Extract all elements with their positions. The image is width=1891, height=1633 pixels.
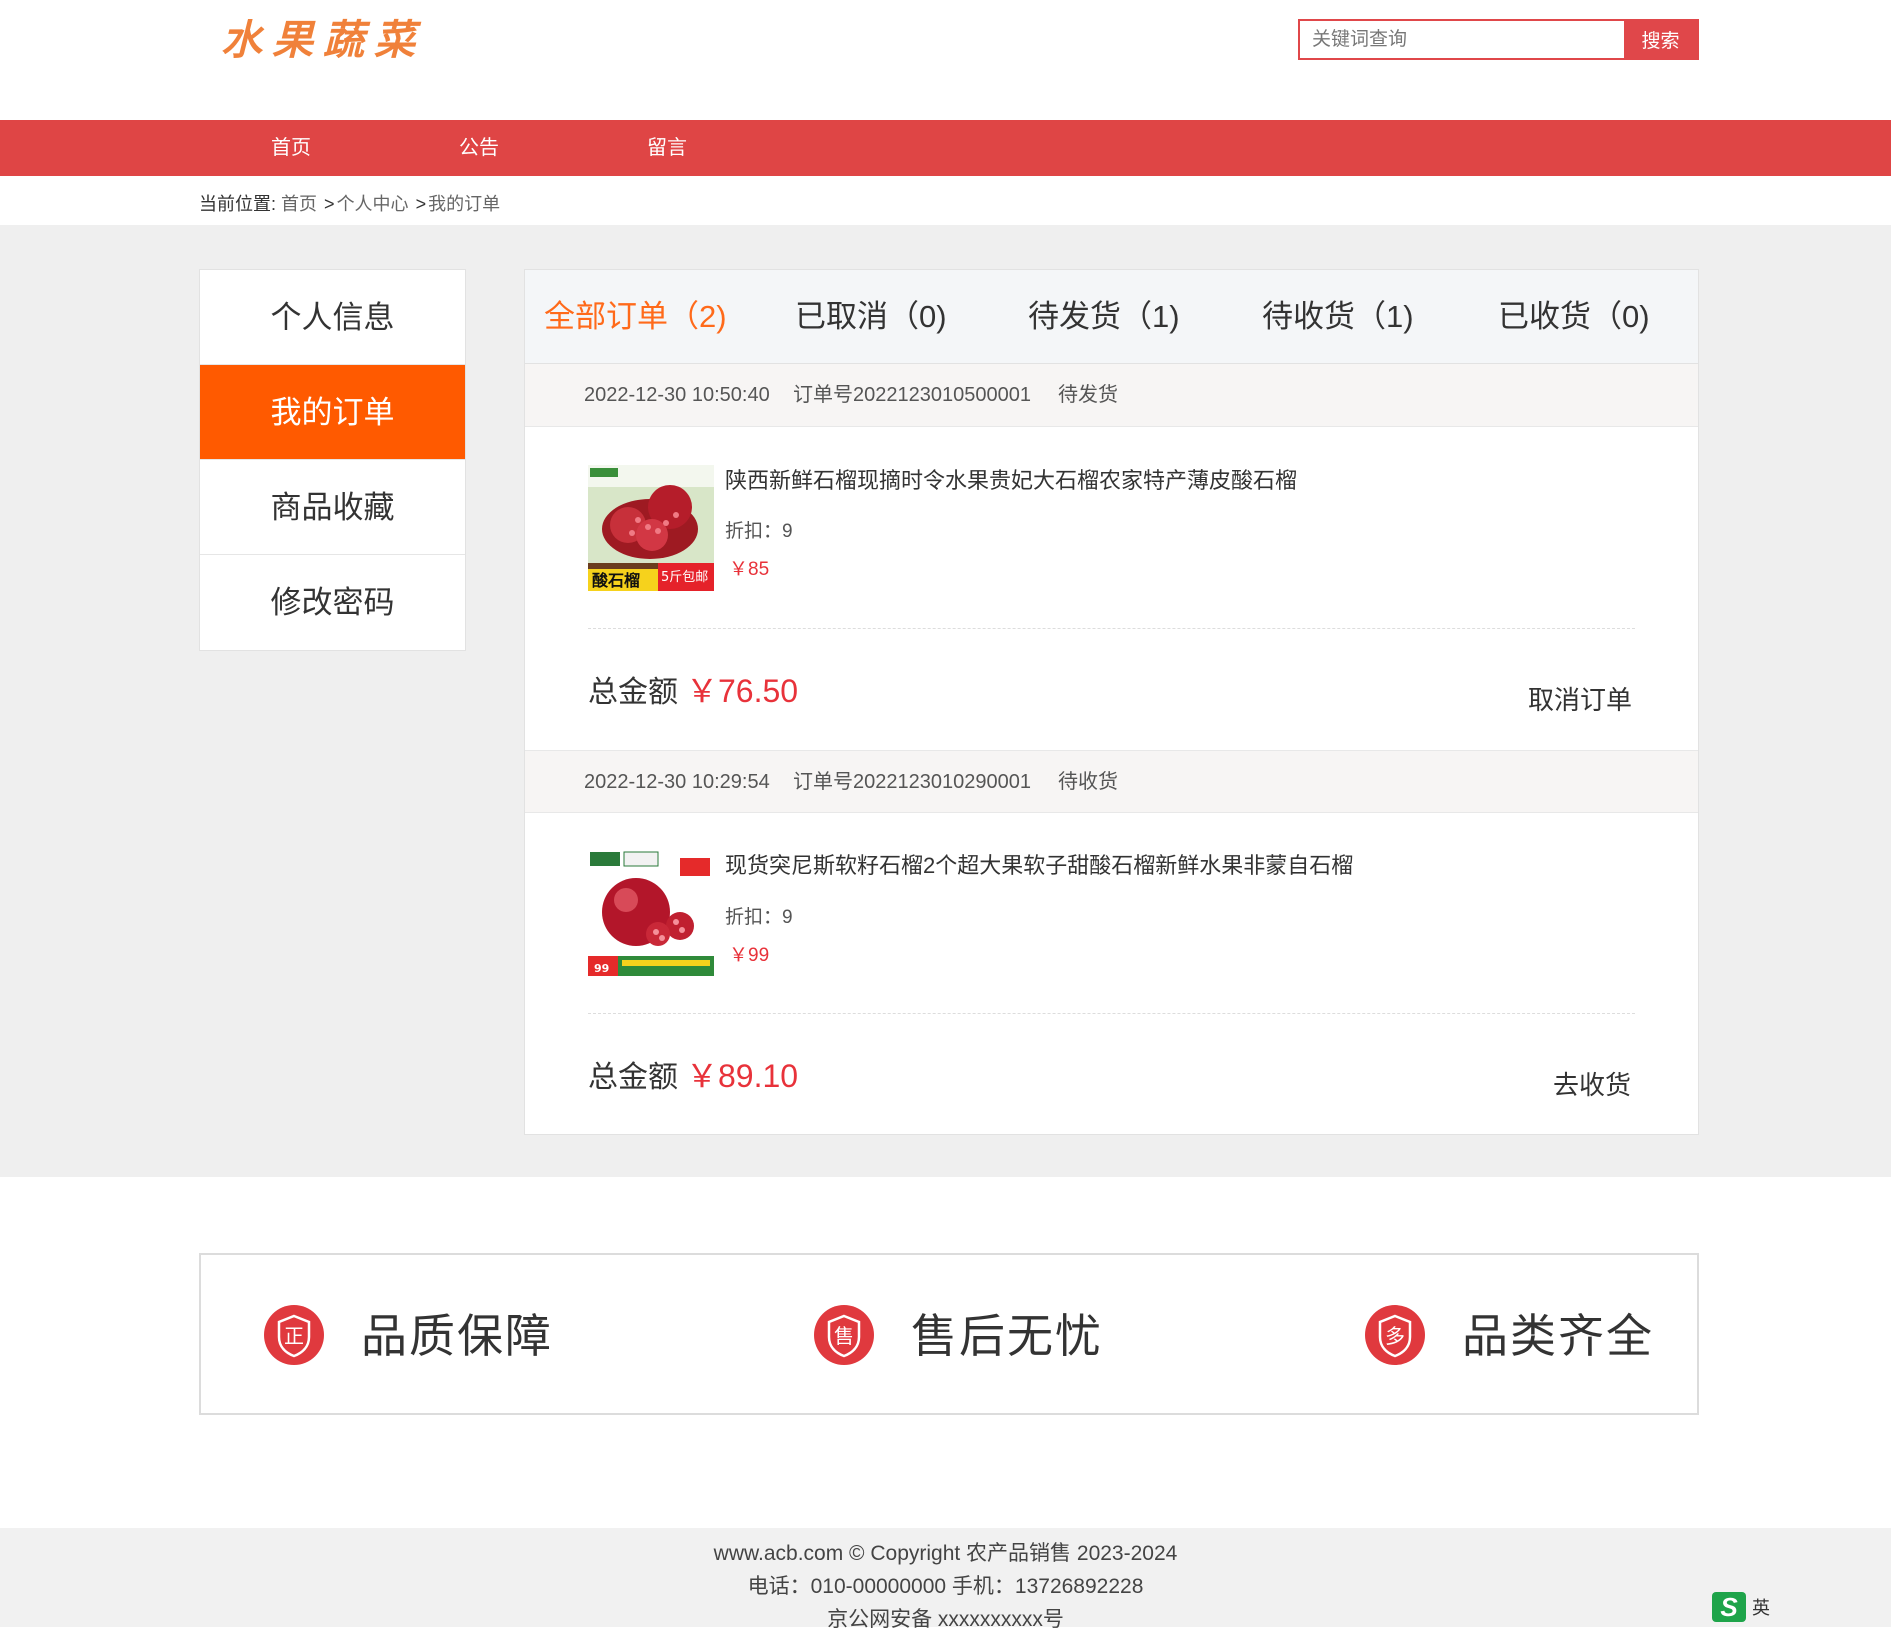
total-label: 总金额 — [588, 676, 678, 709]
total-amount: ￥76.50 — [686, 673, 799, 709]
order-total: 总金额 ￥89.10 — [588, 1051, 798, 1097]
divider — [588, 628, 1635, 629]
feature-glyph: 售 — [834, 1324, 854, 1348]
nav-item-notice[interactable]: 公告 — [459, 120, 499, 176]
product-image-pomegranate[interactable]: 酸石榴 5斤包邮 — [588, 465, 714, 591]
breadcrumb-user-center[interactable]: 个人中心 — [337, 194, 409, 214]
product-price: ￥99 — [729, 945, 770, 966]
sidebar-item-my-orders[interactable]: 我的订单 — [200, 365, 465, 460]
breadcrumb-label: 当前位置: — [199, 194, 277, 214]
site-footer: www.acb.com © Copyright 农产品销售 2023-2024 … — [0, 1528, 1891, 1631]
breadcrumb-separator: > — [415, 194, 427, 214]
order-status-tabs: 全部订单（2) 已取消（0) 待发货（1) 待收货（1) 已收货（0) — [525, 270, 1698, 364]
after-sales-shield-icon: 售 — [814, 1305, 874, 1365]
image-label: 99 — [594, 962, 609, 975]
footer-copyright: www.acb.com © Copyright 农产品销售 2023-2024 — [713, 1542, 1178, 1565]
divider — [588, 1013, 1635, 1014]
search-button[interactable]: 搜索 — [1624, 21, 1697, 58]
product-discount: 折扣：9 — [725, 521, 793, 542]
order-header: 2022-12-30 10:50:40 订单号2022123010500001 … — [525, 364, 1698, 427]
image-label: 酸石榴 — [592, 571, 640, 590]
feature-after-sales-text: 售后无忧 — [911, 1310, 1103, 1362]
product-name[interactable]: 现货突尼斯软籽石榴2个超大果软子甜酸石榴新鲜水果非蒙自石榴 — [725, 848, 1353, 880]
nav-item-home[interactable]: 首页 — [271, 120, 311, 176]
sidebar-item-favorites[interactable]: 商品收藏 — [200, 460, 465, 555]
sogou-ime-icon[interactable]: S — [1712, 1592, 1746, 1622]
tab-pending-shipment[interactable]: 待发货（1) — [1028, 270, 1180, 364]
total-label: 总金额 — [588, 1061, 678, 1094]
main-nav: 首页 公告 留言 — [0, 120, 1891, 176]
ime-tray: S 英 — [1712, 1590, 1882, 1624]
order-number: 订单号2022123010290001 — [793, 771, 1031, 793]
order-status: 待收货 — [1058, 771, 1118, 793]
order-number: 订单号2022123010500001 — [793, 384, 1031, 406]
site-logo[interactable]: 水果蔬菜 — [221, 6, 425, 66]
quality-shield-icon: 正 — [264, 1305, 324, 1365]
order-time: 2022-12-30 10:50:40 — [584, 384, 770, 406]
breadcrumb-separator: > — [324, 194, 335, 214]
tab-pending-receipt[interactable]: 待收货（1) — [1262, 270, 1414, 364]
product-price: ￥85 — [729, 559, 770, 580]
total-amount: ￥89.10 — [686, 1058, 799, 1094]
breadcrumb-home[interactable]: 首页 — [281, 194, 317, 214]
order-header: 2022-12-30 10:29:54 订单号2022123010290001 … — [525, 750, 1698, 813]
order-status: 待发货 — [1058, 384, 1118, 406]
site-header: 水果蔬菜 搜索 — [0, 0, 1891, 120]
nav-item-message[interactable]: 留言 — [647, 120, 687, 176]
breadcrumb: 当前位置: 首页 > 个人中心 > 我的订单 — [199, 190, 500, 216]
footer-contact: 电话：010-00000000 手机：13726892228 — [747, 1575, 1144, 1598]
footer-icp: 京公网安备 xxxxxxxxxx号 — [827, 1608, 1064, 1631]
service-features: 正 品质保障 售 售后无忧 多 品类齐全 — [199, 1253, 1699, 1415]
tab-cancelled[interactable]: 已取消（0) — [795, 270, 947, 364]
image-label: 5斤包邮 — [661, 570, 708, 585]
product-discount: 折扣：9 — [725, 907, 793, 928]
tab-received[interactable]: 已收货（0) — [1498, 270, 1650, 364]
cancel-order-button[interactable]: 取消订单 — [1528, 680, 1632, 717]
product-image-pomegranate[interactable]: 99 — [588, 850, 714, 976]
search-input[interactable] — [1300, 21, 1624, 58]
confirm-receipt-button[interactable]: 去收货 — [1553, 1065, 1631, 1102]
sidebar-item-change-password[interactable]: 修改密码 — [200, 555, 465, 650]
user-sidebar: 个人信息 我的订单 商品收藏 修改密码 — [199, 269, 466, 651]
feature-glyph: 多 — [1385, 1324, 1405, 1348]
breadcrumb-my-orders[interactable]: 我的订单 — [428, 194, 500, 214]
order-total: 总金额 ￥76.50 — [588, 666, 798, 712]
feature-variety-text: 品类齐全 — [1462, 1310, 1654, 1362]
feature-glyph: 正 — [284, 1324, 304, 1348]
search-box: 搜索 — [1298, 19, 1699, 60]
variety-shield-icon: 多 — [1365, 1305, 1425, 1365]
orders-panel: 全部订单（2) 已取消（0) 待发货（1) 待收货（1) 已收货（0) 2022… — [524, 269, 1699, 1135]
feature-quality-text: 品质保障 — [361, 1310, 553, 1362]
order-time: 2022-12-30 10:29:54 — [584, 771, 770, 793]
product-name[interactable]: 陕西新鲜石榴现摘时令水果贵妃大石榴农家特产薄皮酸石榴 — [725, 463, 1297, 495]
sidebar-item-profile[interactable]: 个人信息 — [200, 270, 465, 365]
ime-language-indicator[interactable]: 英 — [1752, 1594, 1770, 1620]
tab-all-orders[interactable]: 全部订单（2) — [544, 270, 727, 364]
